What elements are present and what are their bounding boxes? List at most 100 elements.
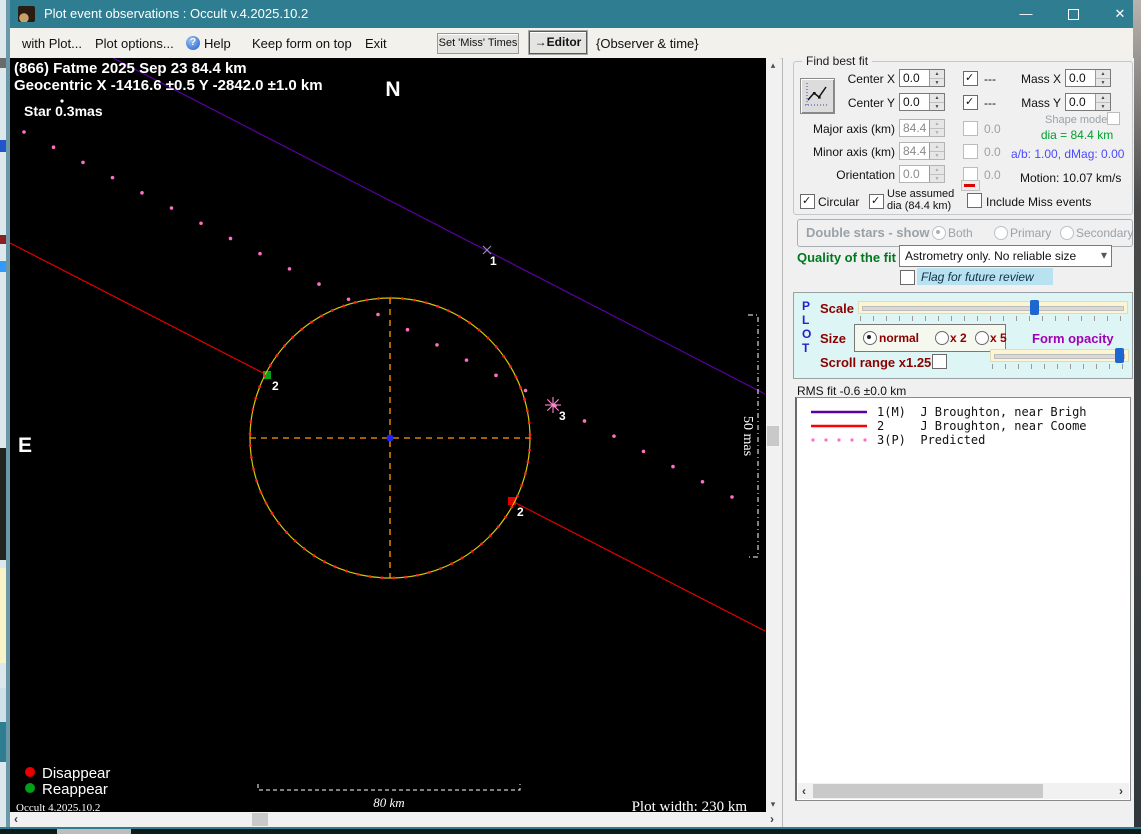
double-stars-both-radio <box>932 226 946 240</box>
use-assumed-checkbox[interactable] <box>869 194 884 209</box>
window-right-edge <box>1133 0 1141 827</box>
spinner-icon[interactable]: ▲ ▼ <box>1095 70 1110 86</box>
plot-header-geocentric: Geocentric X -1416.6 ±0.5 Y -2842.0 ±1.0… <box>14 77 323 94</box>
taskbar-fragment <box>57 829 131 834</box>
scroll-up-icon[interactable]: ▴ <box>766 60 780 71</box>
slider-track <box>862 306 1124 311</box>
observation-row[interactable]: 3(P) Predicted <box>797 432 1130 447</box>
flag-review-checkbox[interactable] <box>900 270 915 285</box>
observation-row[interactable]: 2 J Broughton, near Coome <box>797 418 1130 433</box>
plot-area[interactable]: 1 2 2 3 (866) Fatme 2025 Sep 23 84.4 km Geo… <box>9 57 766 815</box>
mass-y-label: Mass Y <box>1021 96 1061 110</box>
maximize-icon <box>1067 9 1079 21</box>
spinner-icon[interactable]: ▲ ▼ <box>1095 94 1110 110</box>
list-scroll-thumb[interactable] <box>813 784 1043 798</box>
scale-slider-thumb[interactable] <box>1030 300 1039 315</box>
form-opacity-slider[interactable] <box>990 348 1129 363</box>
center-x-field[interactable]: 0.0 ▲ ▼ <box>899 69 945 87</box>
observations-listbox[interactable]: 1(M) J Broughton, near Brigh 2 J Broughto… <box>795 397 1131 801</box>
menu-keep-on-top[interactable]: Keep form on top <box>252 36 352 51</box>
east-label: E <box>18 434 32 457</box>
circular-checkbox[interactable] <box>800 194 815 209</box>
mass-x-label: Mass X <box>1021 72 1062 86</box>
scale-slider[interactable] <box>858 300 1128 315</box>
observation-text: 2 J Broughton, near Coome <box>877 418 1087 433</box>
spinner-icon[interactable]: ▲ ▼ <box>929 94 944 110</box>
include-miss-checkbox[interactable] <box>967 193 982 208</box>
menu-exit[interactable]: Exit <box>365 36 387 51</box>
scroll-range-checkbox[interactable] <box>932 354 947 369</box>
mass-x-field[interactable]: 0.0 ▲ ▼ <box>1065 69 1111 87</box>
window-bottom-strip <box>0 827 1141 834</box>
chord-line-swatch <box>811 424 867 427</box>
spinner-icon: ▲ ▼ <box>929 120 944 136</box>
list-horizontal-scrollbar[interactable]: ‹ › <box>798 783 1129 799</box>
spinner-icon: ▲ ▼ <box>929 143 944 159</box>
menubar: with Plot... Plot options... Help Keep f… <box>10 28 1133 59</box>
size-normal-radio[interactable] <box>863 331 877 345</box>
observation-text: 3(P) Predicted <box>877 432 986 447</box>
shape-model-checkbox[interactable] <box>1107 112 1120 125</box>
observation-rows: 1(M) J Broughton, near Brigh 2 J Broughto… <box>797 398 1130 447</box>
plot-vertical-scrollbar[interactable]: ▴ ▾ <box>766 58 780 812</box>
titlebar: Plot event observations : Occult v.4.202… <box>10 0 1133 28</box>
double-stars-primary-label: Primary <box>1010 226 1052 240</box>
observer-time-label: {Observer & time} <box>596 36 699 51</box>
horizontal-scroll-thumb[interactable] <box>252 813 268 826</box>
orientation-label: Orientation <box>836 168 895 182</box>
red-line-indicator <box>961 180 980 191</box>
maximize-button[interactable] <box>1050 0 1096 28</box>
scalebar-label: 80 km <box>373 795 404 810</box>
scroll-down-icon[interactable]: ▾ <box>766 799 780 810</box>
size-normal-label: normal <box>879 331 920 345</box>
find-best-fit-title: Find best fit <box>802 54 873 68</box>
minimize-button[interactable]: — <box>1003 0 1049 28</box>
size-x2-radio[interactable] <box>935 331 949 345</box>
scroll-right-icon[interactable]: › <box>1119 783 1123 799</box>
svg-text:Disappear: Disappear <box>42 765 110 782</box>
center-x-dash: --- <box>984 72 996 86</box>
center-y-checkbox[interactable] <box>963 95 978 110</box>
form-opacity-ticks <box>992 364 1127 369</box>
minor-axis-field: 84.4 ▲ ▼ <box>899 142 945 160</box>
svg-text:Reappear: Reappear <box>42 781 108 798</box>
plot-horizontal-scrollbar[interactable]: ‹ › <box>10 812 780 827</box>
center-x-checkbox[interactable] <box>963 71 978 86</box>
size-label: Size <box>820 331 847 346</box>
chord-dotted-swatch <box>811 437 867 442</box>
spinner-icon[interactable]: ▲ ▼ <box>929 70 944 86</box>
plot-header-object: (866) Fatme 2025 Sep 23 84.4 km <box>14 60 247 77</box>
scroll-left-icon[interactable]: ‹ <box>802 783 806 799</box>
editor-button[interactable]: →Editor <box>528 30 588 55</box>
major-axis-field: 84.4 ▲ ▼ <box>899 119 945 137</box>
menu-help[interactable]: Help <box>204 36 231 51</box>
version-label: Occult 4.2025.10.2 <box>16 802 100 812</box>
center-y-field[interactable]: 0.0 ▲ ▼ <box>899 93 945 111</box>
plot-letter: L <box>802 313 810 327</box>
set-miss-times-button[interactable]: Set 'Miss' Times <box>437 33 519 54</box>
mass-y-field[interactable]: 0.0 ▲ ▼ <box>1065 93 1111 111</box>
diameter-label: dia = 84.4 km <box>1040 128 1114 142</box>
observation-row[interactable]: 1(M) J Broughton, near Brigh <box>797 405 1130 419</box>
size-x5-radio[interactable] <box>975 331 989 345</box>
double-stars-secondary-radio <box>1060 226 1074 240</box>
close-button[interactable]: ✕ <box>1097 0 1141 28</box>
quality-select[interactable]: Astrometry only. No reliable size <box>899 245 1112 267</box>
plot-controls-panel: P L O T Scale Size normal x 2 x 5 Form o… <box>793 292 1133 379</box>
scroll-left-icon[interactable]: ‹ <box>14 812 18 827</box>
flag-review-label: Flag for future review <box>917 268 1053 285</box>
slider-track <box>994 354 1125 359</box>
chord-line-swatch <box>811 410 867 413</box>
major-axis-value: 0.0 <box>984 122 1001 136</box>
motion-label: Motion: 10.07 km/s <box>1020 171 1122 185</box>
scroll-right-icon[interactable]: › <box>770 812 774 827</box>
major-axis-checkbox <box>963 121 978 136</box>
size-radio-group: normal x 2 x 5 <box>854 324 1007 352</box>
center-x-label: Center X <box>847 72 895 86</box>
form-opacity-label: Form opacity <box>1032 331 1114 346</box>
menu-with-plot[interactable]: with Plot... <box>22 36 82 51</box>
form-opacity-slider-thumb[interactable] <box>1115 348 1124 363</box>
vertical-scroll-thumb[interactable] <box>767 426 779 446</box>
double-stars-secondary-label: Secondary <box>1076 226 1134 240</box>
menu-plot-options[interactable]: Plot options... <box>95 36 174 51</box>
